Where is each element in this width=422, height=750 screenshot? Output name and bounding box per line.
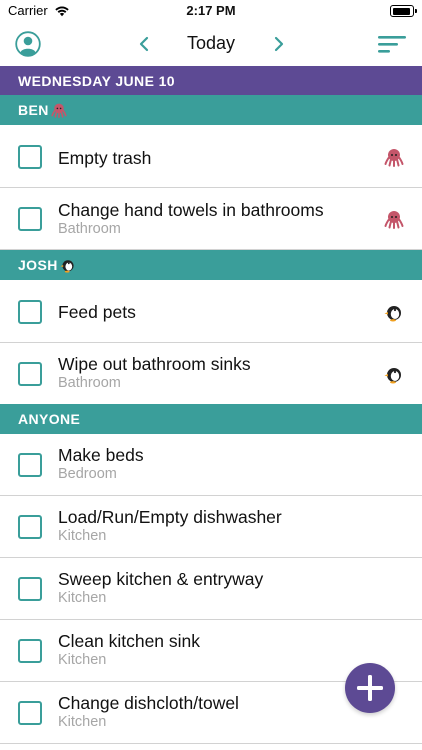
task-checkbox[interactable] [18, 145, 42, 169]
task-checkbox[interactable] [18, 701, 42, 725]
add-task-button[interactable] [345, 663, 395, 713]
task-room: Kitchen [58, 714, 107, 730]
status-time: 2:17 PM [186, 3, 236, 18]
task-room: Kitchen [58, 652, 107, 668]
task-row[interactable]: Make beds Bedroom [0, 434, 422, 496]
task-checkbox[interactable] [18, 639, 42, 663]
page-title: Today [186, 33, 236, 53]
status-bar: Carrier 2:17 PM [0, 0, 422, 22]
task-title: Feed pets [58, 302, 136, 322]
task-title: Clean kitchen sink [58, 631, 201, 651]
task-room: Bedroom [58, 466, 117, 482]
task-row[interactable]: Load/Run/Empty dishwasher Kitchen [0, 496, 422, 558]
task-row[interactable]: Sweep kitchen & entryway Kitchen [0, 558, 422, 620]
octopus-icon [384, 211, 404, 229]
task-checkbox[interactable] [18, 300, 42, 324]
nav-bar: Today [0, 22, 422, 66]
task-room: Bathroom [58, 375, 121, 391]
task-checkbox[interactable] [18, 515, 42, 539]
section-label-ben: BEN [18, 102, 49, 118]
task-checkbox[interactable] [18, 453, 42, 477]
task-checkbox[interactable] [18, 362, 42, 386]
task-checkbox[interactable] [18, 577, 42, 601]
octopus-icon [51, 103, 67, 118]
penguin-icon [384, 368, 401, 384]
task-row[interactable]: Change hand towels in bathrooms Bathroom [0, 188, 422, 250]
task-title: Make beds [58, 445, 144, 465]
date-header-label: WEDNESDAY JUNE 10 [18, 72, 175, 89]
task-title: Change dishcloth/towel [58, 693, 239, 713]
chevron-right-icon [274, 36, 284, 52]
task-row[interactable]: Feed pets [0, 281, 422, 343]
task-title: Empty trash [58, 148, 152, 168]
task-checkbox[interactable] [18, 207, 42, 231]
section-header-anyone: ANYONE [0, 404, 422, 434]
task-room: Bathroom [58, 221, 121, 237]
plus-icon [357, 675, 383, 701]
task-room: Kitchen [58, 528, 107, 544]
sort-lines-icon [378, 36, 406, 53]
task-room: Kitchen [58, 590, 107, 606]
penguin-icon [60, 260, 74, 273]
section-header-ben: BEN [0, 95, 422, 125]
penguin-icon [384, 306, 401, 322]
date-header: WEDNESDAY JUNE 10 [0, 66, 422, 95]
task-title: Sweep kitchen & entryway [58, 569, 264, 589]
task-row[interactable]: Empty trash [0, 126, 422, 188]
task-title: Load/Run/Empty dishwasher [58, 507, 282, 527]
battery-icon [390, 5, 417, 17]
octopus-icon [384, 149, 404, 167]
task-row[interactable]: Wipe out bathroom sinks Bathroom [0, 343, 422, 405]
section-label-anyone: ANYONE [18, 411, 81, 427]
section-label-josh: JOSH [18, 257, 58, 273]
task-title: Wipe out bathroom sinks [58, 354, 251, 374]
task-title: Change hand towels in bathrooms [58, 200, 324, 220]
next-day-button[interactable] [267, 32, 291, 56]
sort-menu-button[interactable] [376, 30, 408, 58]
section-header-josh: JOSH [0, 250, 422, 280]
